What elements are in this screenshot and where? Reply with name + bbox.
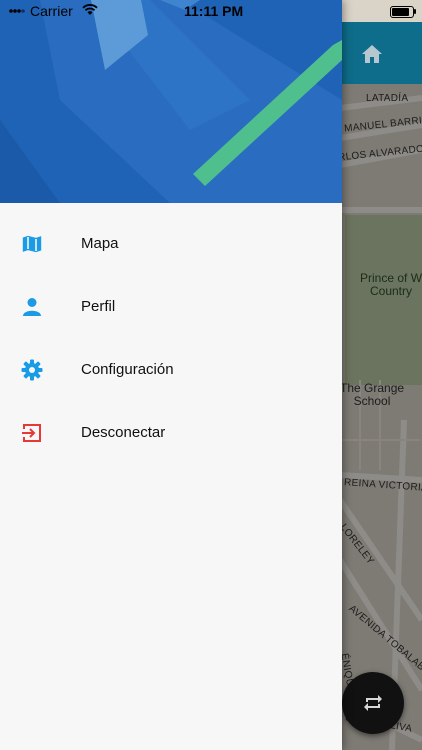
logout-icon xyxy=(20,421,44,445)
battery-tip xyxy=(414,9,416,14)
drawer-menu: Mapa Perfil Configuración Desconectar xyxy=(0,212,342,464)
menu-item-label: Perfil xyxy=(81,298,116,315)
gear-icon xyxy=(20,358,44,382)
signal-icon xyxy=(9,9,25,13)
map-icon xyxy=(20,232,44,256)
home-icon xyxy=(362,45,382,63)
menu-item-configuracion[interactable]: Configuración xyxy=(0,338,342,401)
swap-button[interactable] xyxy=(342,672,404,734)
repeat-icon xyxy=(364,695,382,711)
navigation-drawer: Mapa Perfil Configuración Desconectar xyxy=(0,0,342,750)
menu-item-label: Desconectar xyxy=(81,424,166,441)
wifi-icon xyxy=(82,4,98,15)
carrier-label: Carrier xyxy=(30,3,73,19)
menu-item-mapa[interactable]: Mapa xyxy=(0,212,342,275)
menu-item-perfil[interactable]: Perfil xyxy=(0,275,342,338)
drawer-header xyxy=(0,0,342,203)
menu-item-label: Mapa xyxy=(81,235,119,252)
menu-item-label: Configuración xyxy=(81,361,174,378)
clock: 11:11 PM xyxy=(184,3,244,19)
person-icon xyxy=(20,295,44,319)
menu-item-desconectar[interactable]: Desconectar xyxy=(0,401,342,464)
home-button[interactable] xyxy=(358,40,386,68)
header-pattern xyxy=(0,0,342,203)
battery-icon xyxy=(390,6,414,18)
status-bar: Carrier 11:11 PM xyxy=(0,0,422,22)
